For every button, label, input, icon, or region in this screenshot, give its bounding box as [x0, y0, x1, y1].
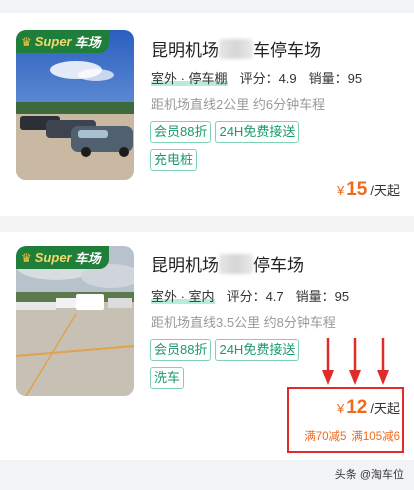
- rating-label: 评分：: [239, 71, 279, 86]
- promotion-item: 满70减5: [304, 431, 347, 443]
- promotions: 满70减5 满105减6: [304, 428, 400, 444]
- parking-lot-card[interactable]: ♛ Super 车场 昆明机场 停车场 室外 · 室内 评分：4.7 销量：95 距机场…: [0, 232, 414, 460]
- sales-label: 销量：: [308, 71, 348, 86]
- price: ¥12/天起: [337, 397, 400, 418]
- price-unit: /天起: [370, 183, 400, 198]
- feature-tags: 会员88折 24H免费接送充电桩: [150, 121, 330, 177]
- arrow-down-icon: [322, 338, 334, 385]
- parking-lot-photo[interactable]: ♛ Super 车场: [16, 246, 134, 396]
- redacted-text: [219, 254, 253, 274]
- sales-value: 95: [334, 289, 350, 304]
- crown-icon: ♛: [21, 250, 32, 265]
- sales-label: 销量：: [295, 289, 335, 304]
- tag-car-wash: 洗车: [150, 367, 185, 389]
- parking-lot-name[interactable]: 昆明机场 停车场: [151, 251, 304, 276]
- distance-info: 距机场直线2公里 约6分钟车程: [151, 97, 326, 112]
- distance-info: 距机场直线3.5公里 约8分钟车程: [151, 315, 336, 330]
- super-lot-badge: ♛ Super 车场: [16, 246, 109, 269]
- parking-lot-card[interactable]: ♛ Super 车场 昆明机场 车停车场 室外 · 停车棚 评分：4.9 销量：95 距…: [0, 13, 414, 216]
- tag-free-shuttle: 24H免费接送: [215, 121, 300, 143]
- parking-lot-photo[interactable]: ♛ Super 车场: [16, 30, 134, 180]
- tag-charging: 充电桩: [150, 149, 198, 171]
- price-unit: /天起: [370, 401, 400, 416]
- tag-member-discount: 会员88折: [150, 121, 212, 143]
- price: ¥15/天起: [337, 179, 400, 200]
- price-value: 15: [346, 179, 368, 200]
- rating-label: 评分：: [226, 289, 266, 304]
- rating-value: 4.9: [278, 71, 297, 86]
- arrow-down-icon: [377, 338, 389, 385]
- redacted-text: [219, 39, 253, 59]
- super-lot-badge: ♛ Super 车场: [16, 30, 109, 53]
- crown-icon: ♛: [21, 34, 32, 49]
- tag-member-discount: 会员88折: [150, 339, 212, 361]
- promotion-item: 满105减6: [351, 431, 400, 443]
- price-value: 12: [346, 397, 368, 418]
- lot-type: 室外 · 室内: [151, 289, 215, 304]
- tag-free-shuttle: 24H免费接送: [215, 339, 300, 361]
- parking-lot-name[interactable]: 昆明机场 车停车场: [151, 36, 321, 61]
- arrow-down-icon: [349, 338, 361, 385]
- rating-value: 4.7: [265, 289, 284, 304]
- lot-meta: 室外 · 室内 评分：4.7 销量：95: [151, 286, 349, 305]
- sales-value: 95: [347, 71, 363, 86]
- lot-meta: 室外 · 停车棚 评分：4.9 销量：95: [151, 68, 362, 87]
- lot-type: 室外 · 停车棚: [151, 71, 228, 86]
- watermark: 头条 @淘车位: [334, 469, 404, 481]
